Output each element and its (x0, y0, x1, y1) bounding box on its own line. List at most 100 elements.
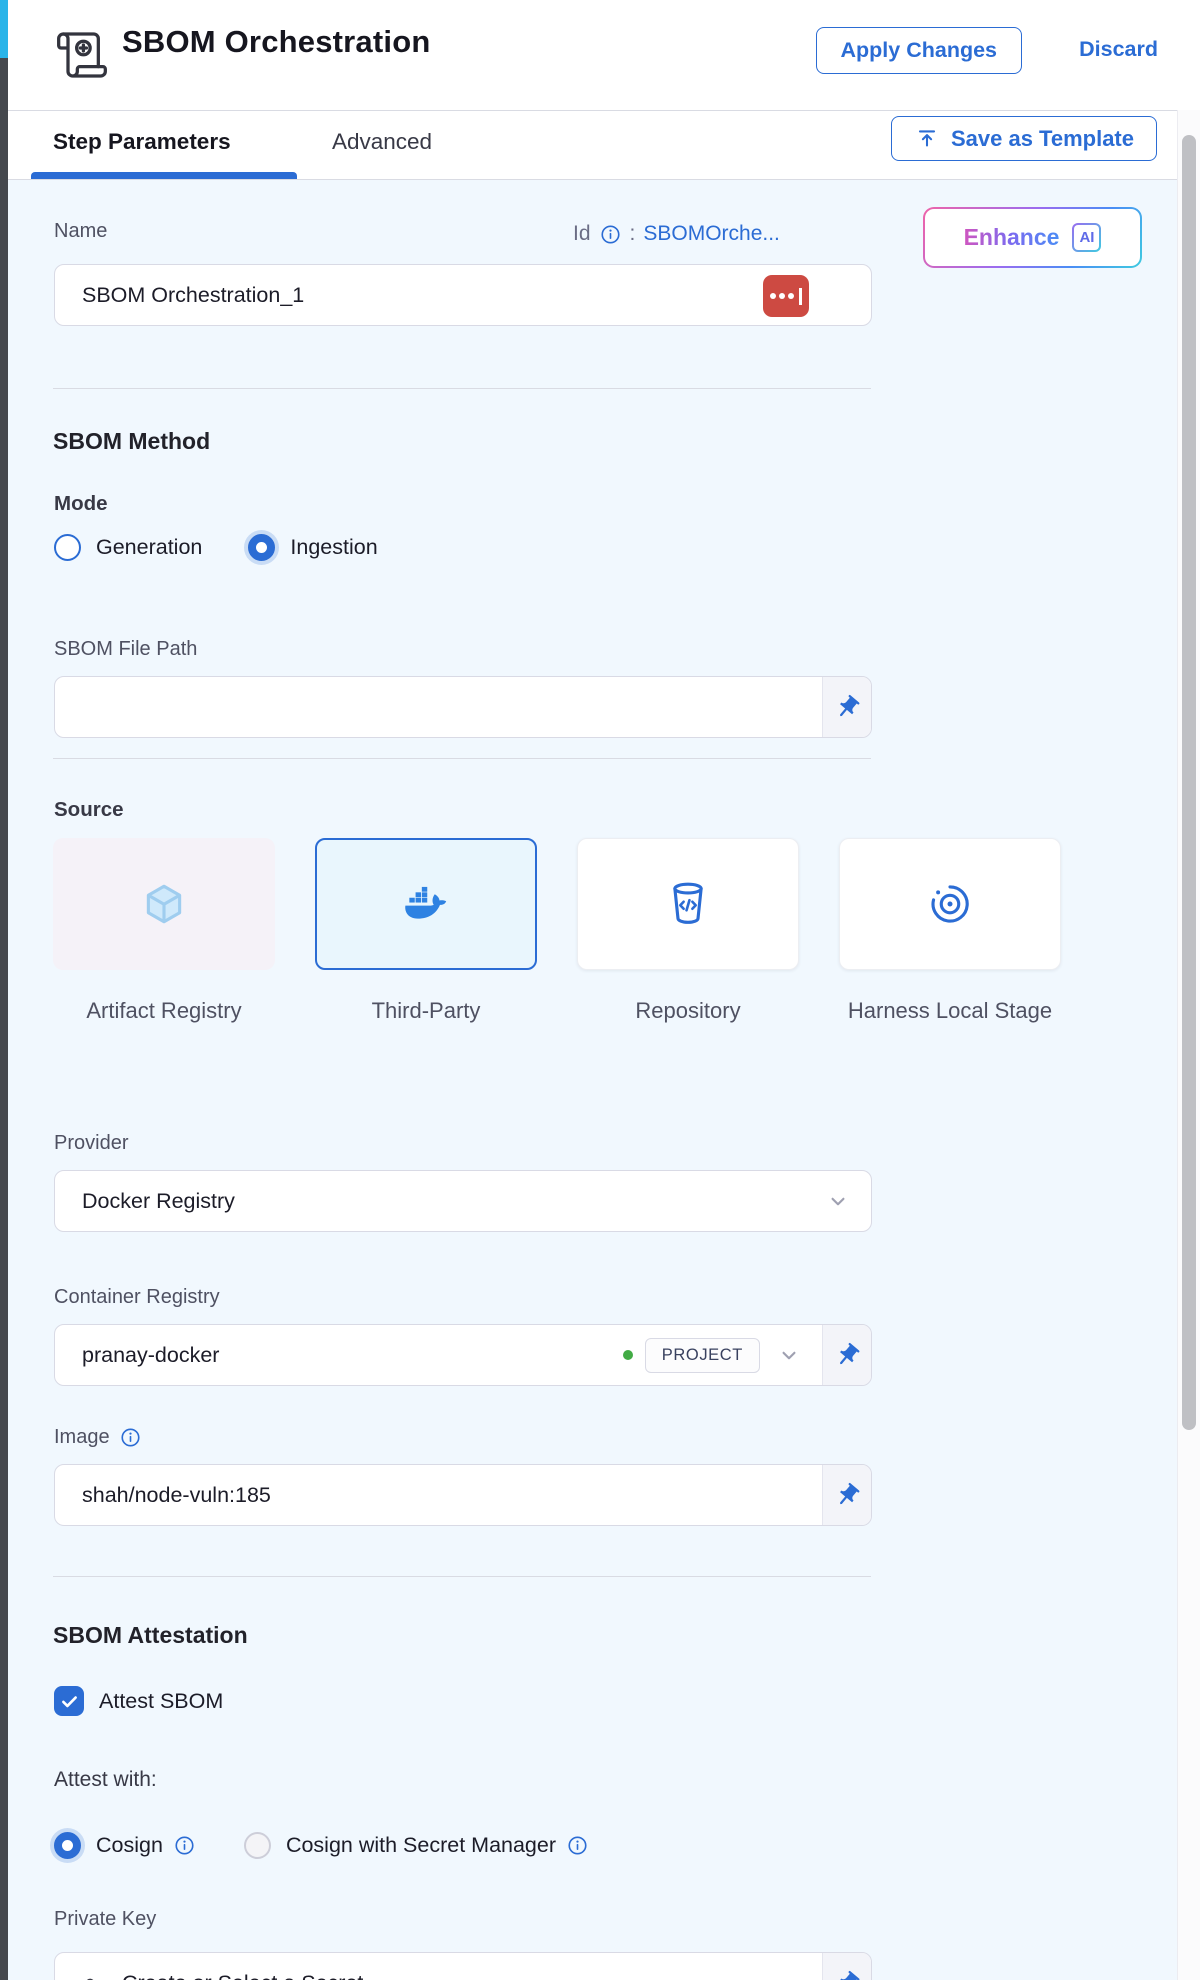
id-prefix: Id (573, 222, 591, 246)
info-icon[interactable] (599, 223, 622, 246)
divider (53, 1576, 871, 1577)
radio-cosign[interactable] (54, 1832, 81, 1859)
image-label-row: Image (54, 1426, 142, 1449)
sbom-method-heading: SBOM Method (53, 428, 210, 455)
runtime-input-pin-button[interactable] (822, 1953, 871, 1980)
source-card-artifact-registry[interactable]: Artifact Registry (53, 838, 275, 1025)
source-card-harness-local-stage[interactable]: Harness Local Stage (839, 838, 1061, 1025)
radio-ingestion-label[interactable]: Ingestion (290, 535, 377, 560)
private-key-label: Private Key (54, 1908, 156, 1931)
name-input[interactable]: SBOM Orchestration_1 (54, 264, 872, 326)
attest-with-radio-group: Cosign Cosign with Secret Manager (54, 1832, 589, 1859)
source-card-third-party[interactable]: Third-Party (315, 838, 537, 1025)
info-icon[interactable] (173, 1834, 196, 1857)
enhance-ai-button[interactable]: Enhance AI (923, 207, 1142, 268)
tab-step-parameters[interactable]: Step Parameters (53, 129, 231, 155)
source-label: Source (54, 798, 124, 822)
step-id-row: Id : SBOMOrche... (573, 222, 780, 246)
attest-sbom-label[interactable]: Attest SBOM (99, 1689, 223, 1714)
save-as-template-label: Save as Template (951, 126, 1134, 152)
name-label: Name (54, 220, 107, 243)
active-tab-indicator (31, 172, 297, 179)
harness-local-stage-tile (839, 838, 1061, 970)
attest-with-label: Attest with: (54, 1768, 157, 1792)
third-party-tile (315, 838, 537, 970)
container-registry-label: Container Registry (54, 1286, 220, 1309)
runtime-input-pin-button[interactable] (822, 1325, 871, 1385)
divider (53, 758, 871, 759)
lastpass-bar (799, 288, 802, 305)
mode-label: Mode (54, 492, 108, 516)
radio-cosign-label[interactable]: Cosign (96, 1833, 163, 1858)
id-separator: : (630, 222, 636, 246)
scrollbar-thumb[interactable] (1182, 135, 1196, 1430)
pin-icon (834, 1970, 861, 1980)
source-card-repository[interactable]: Repository (577, 838, 799, 1025)
runtime-input-pin-button[interactable] (822, 677, 871, 737)
radio-cosign-secret-manager[interactable] (244, 1832, 271, 1859)
scrollbar-track[interactable] (1177, 110, 1200, 1980)
container-registry-value: pranay-docker (82, 1343, 623, 1368)
info-icon[interactable] (119, 1426, 142, 1449)
provider-value: Docker Registry (82, 1189, 825, 1214)
repository-icon (663, 879, 713, 929)
private-key-secret-input[interactable]: Create or Select a Secret (54, 1952, 872, 1980)
chevron-down-icon (776, 1342, 802, 1368)
check-icon (59, 1691, 80, 1712)
lastpass-dot (788, 293, 794, 299)
ai-badge: AI (1072, 223, 1101, 252)
info-icon[interactable] (566, 1834, 589, 1857)
container-registry-select[interactable]: pranay-docker PROJECT (54, 1324, 872, 1386)
drawer-header: SBOM Orchestration Apply Changes Discard (8, 0, 1200, 110)
provider-select[interactable]: Docker Registry (54, 1170, 872, 1232)
attest-sbom-checkbox[interactable] (54, 1686, 84, 1716)
radio-generation-label[interactable]: Generation (96, 535, 202, 560)
radio-cosign-secret-manager-label[interactable]: Cosign with Secret Manager (286, 1833, 556, 1858)
image-value: shah/node-vuln:185 (82, 1483, 271, 1508)
page-title: SBOM Orchestration (122, 24, 430, 60)
name-input-value: SBOM Orchestration_1 (82, 283, 304, 308)
artifact-registry-icon (139, 879, 189, 929)
artifact-registry-tile (53, 838, 275, 970)
upload-icon (914, 126, 940, 152)
source-card-label: Artifact Registry (86, 996, 241, 1025)
source-card-label: Repository (635, 996, 740, 1025)
radio-generation[interactable] (54, 534, 81, 561)
scope-badge: PROJECT (645, 1338, 760, 1373)
provider-label: Provider (54, 1132, 128, 1155)
image-label: Image (54, 1426, 110, 1449)
divider (53, 388, 871, 389)
sbom-attestation-heading: SBOM Attestation (53, 1622, 248, 1649)
sbom-file-path-label: SBOM File Path (54, 638, 197, 661)
sbom-file-path-input[interactable] (54, 676, 872, 738)
step-parameters-panel: Enhance AI Name Id : SBOMOrche... SBOM O… (8, 180, 1177, 1980)
image-input[interactable]: shah/node-vuln:185 (54, 1464, 872, 1526)
enhance-label: Enhance (964, 224, 1060, 251)
lastpass-dot (770, 293, 776, 299)
chevron-down-icon (825, 1188, 851, 1214)
step-config-drawer: SBOM Orchestration Apply Changes Discard… (8, 0, 1200, 1980)
pin-icon (834, 694, 861, 721)
key-icon (82, 1970, 108, 1980)
save-as-template-button[interactable]: Save as Template (891, 116, 1157, 161)
connector-status-dot (623, 1350, 633, 1360)
mode-radio-group: Generation Ingestion (54, 534, 378, 561)
source-card-label: Third-Party (372, 996, 481, 1025)
harness-stage-icon (925, 879, 975, 929)
pin-icon (834, 1342, 861, 1369)
radio-ingestion[interactable] (248, 534, 275, 561)
discard-button[interactable]: Discard (1079, 37, 1158, 62)
tab-bar: Step Parameters Advanced Save as Templat… (8, 110, 1200, 180)
source-card-label: Harness Local Stage (848, 996, 1052, 1025)
step-id-value[interactable]: SBOMOrche... (643, 222, 780, 246)
repository-tile (577, 838, 799, 970)
lastpass-extension-icon[interactable] (763, 275, 809, 317)
background-panel-edge (0, 58, 8, 1980)
runtime-input-pin-button[interactable] (822, 1465, 871, 1525)
sbom-scroll-icon (54, 27, 110, 83)
apply-changes-button[interactable]: Apply Changes (816, 27, 1023, 74)
private-key-placeholder: Create or Select a Secret (122, 1971, 363, 1980)
tab-advanced[interactable]: Advanced (332, 129, 432, 155)
docker-icon (401, 879, 451, 929)
attest-sbom-row: Attest SBOM (54, 1686, 223, 1716)
